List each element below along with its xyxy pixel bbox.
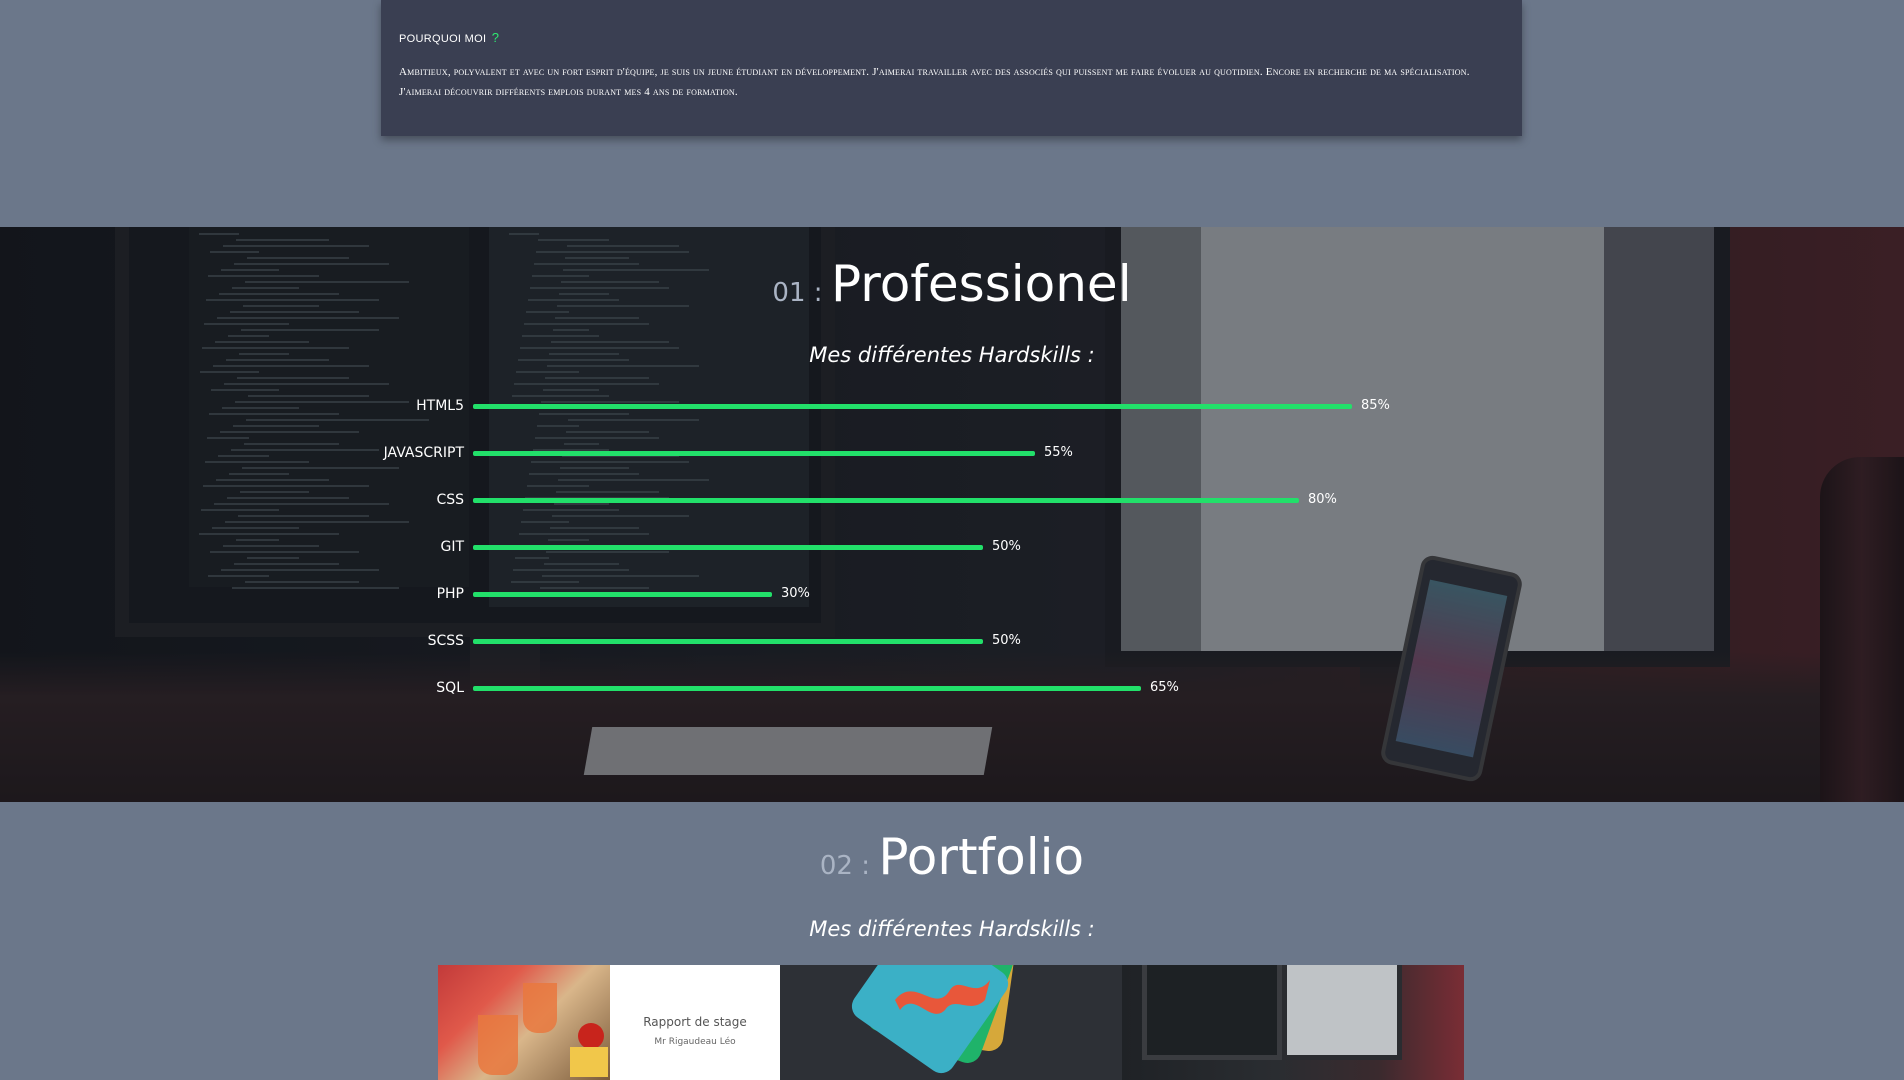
portfolio-item-desk[interactable] (1122, 965, 1464, 1080)
portfolio-item-logo[interactable] (780, 965, 1122, 1080)
cheese-image (570, 1047, 608, 1077)
professional-heading: 01 : Professionel (0, 255, 1904, 313)
about-card: POURQUOI MOI ? Ambitieux, polyvalent et … (381, 0, 1522, 136)
skill-percent: 55% (1044, 445, 1073, 460)
about-title: POURQUOI MOI ? (399, 30, 1504, 45)
glass-image-2 (523, 983, 557, 1033)
desk-image-monitor (1142, 965, 1282, 1060)
skill-label: GIT (440, 539, 464, 555)
skill-row: GIT 50% (0, 537, 1904, 557)
skill-row: HTML5 85% (0, 396, 1904, 416)
glass-image (478, 1015, 518, 1075)
tomato-image (578, 1023, 604, 1049)
portfolio-heading: 02 : Portfolio (0, 828, 1904, 886)
skill-percent: 85% (1361, 398, 1390, 413)
skill-label: PHP (436, 586, 464, 602)
professional-number: 01 : (772, 278, 823, 308)
portfolio-number: 02 : (819, 851, 870, 881)
skill-label: SQL (436, 680, 464, 696)
skill-progress-bar (473, 545, 983, 550)
skill-percent: 65% (1150, 680, 1179, 695)
portfolio-caption-author: Mr Rigaudeau Léo (654, 1037, 736, 1047)
about-title-text: POURQUOI MOI (399, 33, 487, 45)
portfolio-subtitle: Mes différentes Hardskills : (809, 917, 1095, 941)
skill-label: HTML5 (416, 398, 464, 414)
skill-progress-bar (473, 451, 1035, 456)
skill-row: CSS 80% (0, 490, 1904, 510)
skill-progress-bar (473, 686, 1141, 691)
skill-label: SCSS (427, 633, 464, 649)
skill-percent: 50% (992, 539, 1021, 554)
skill-percent: 30% (781, 586, 810, 601)
portfolio-caption: Rapport de stage Mr Rigaudeau Léo (610, 1013, 780, 1047)
skill-progress-bar (473, 498, 1299, 503)
about-title-mark: ? (491, 30, 500, 45)
background-overlay (0, 227, 1904, 802)
portfolio-caption-title: Rapport de stage (643, 1015, 747, 1029)
about-text: Ambitieux, polyvalent et avec un fort es… (399, 66, 1470, 98)
skill-row: SCSS 50% (0, 631, 1904, 651)
professional-title: Professionel (830, 255, 1132, 313)
skill-row: PHP 30% (0, 584, 1904, 604)
desk-image-monitor-2 (1282, 965, 1402, 1060)
skill-label: JAVASCRIPT (383, 445, 464, 461)
portfolio-item-rapport[interactable]: Rapport de stage Mr Rigaudeau Léo (438, 965, 780, 1080)
skill-progress-bar (473, 404, 1352, 409)
skill-progress-bar (473, 592, 772, 597)
professional-section (0, 227, 1904, 802)
skill-row: JAVASCRIPT 55% (0, 443, 1904, 463)
professional-subtitle: Mes différentes Hardskills : (809, 343, 1095, 367)
skill-progress-bar (473, 639, 983, 644)
skill-percent: 80% (1308, 492, 1337, 507)
skill-label: CSS (436, 492, 464, 508)
portfolio-grid: Rapport de stage Mr Rigaudeau Léo (438, 965, 1466, 1080)
skill-row: SQL 65% (0, 678, 1904, 698)
portfolio-title: Portfolio (878, 828, 1085, 886)
skill-percent: 50% (992, 633, 1021, 648)
logo-tiles-icon (895, 980, 990, 1014)
